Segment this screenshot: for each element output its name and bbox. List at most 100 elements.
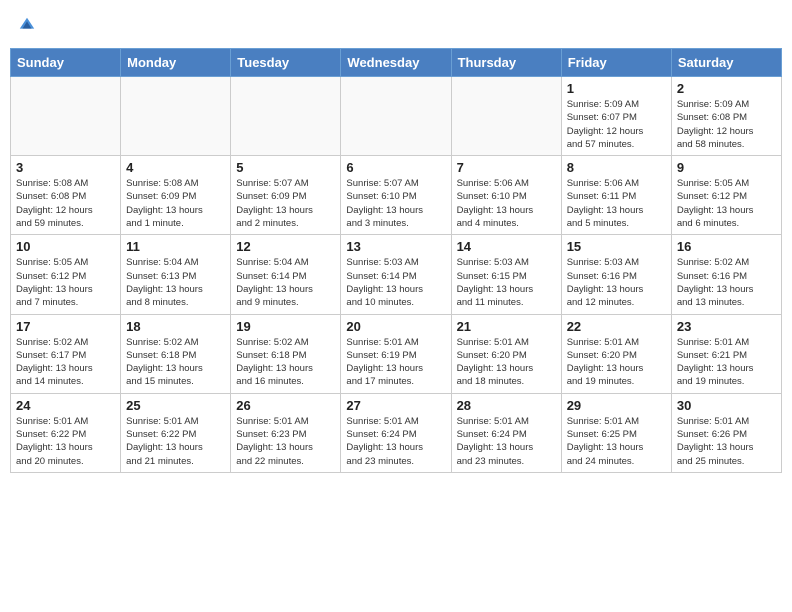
day-number: 4 bbox=[126, 160, 225, 175]
day-info: Sunrise: 5:01 AM Sunset: 6:25 PM Dayligh… bbox=[567, 415, 666, 468]
day-info: Sunrise: 5:08 AM Sunset: 6:09 PM Dayligh… bbox=[126, 177, 225, 230]
calendar-day-cell: 21 Sunrise: 5:01 AM Sunset: 6:20 PM Dayli… bbox=[451, 314, 561, 393]
calendar-day-cell: 24 Sunrise: 5:01 AM Sunset: 6:22 PM Dayli… bbox=[11, 393, 121, 472]
weekday-header-wednesday: Wednesday bbox=[341, 49, 451, 77]
day-number: 18 bbox=[126, 319, 225, 334]
weekday-header-tuesday: Tuesday bbox=[231, 49, 341, 77]
day-number: 17 bbox=[16, 319, 115, 334]
day-info: Sunrise: 5:01 AM Sunset: 6:22 PM Dayligh… bbox=[126, 415, 225, 468]
day-number: 7 bbox=[457, 160, 556, 175]
day-number: 27 bbox=[346, 398, 445, 413]
day-number: 8 bbox=[567, 160, 666, 175]
calendar-day-cell bbox=[11, 77, 121, 156]
calendar-day-cell: 29 Sunrise: 5:01 AM Sunset: 6:25 PM Dayli… bbox=[561, 393, 671, 472]
day-info: Sunrise: 5:06 AM Sunset: 6:11 PM Dayligh… bbox=[567, 177, 666, 230]
day-number: 6 bbox=[346, 160, 445, 175]
day-number: 24 bbox=[16, 398, 115, 413]
calendar-day-cell: 20 Sunrise: 5:01 AM Sunset: 6:19 PM Dayli… bbox=[341, 314, 451, 393]
day-number: 30 bbox=[677, 398, 776, 413]
day-info: Sunrise: 5:01 AM Sunset: 6:20 PM Dayligh… bbox=[457, 336, 556, 389]
calendar-day-cell bbox=[341, 77, 451, 156]
calendar-day-cell: 10 Sunrise: 5:05 AM Sunset: 6:12 PM Dayli… bbox=[11, 235, 121, 314]
day-info: Sunrise: 5:01 AM Sunset: 6:22 PM Dayligh… bbox=[16, 415, 115, 468]
calendar-week-row: 17 Sunrise: 5:02 AM Sunset: 6:17 PM Dayli… bbox=[11, 314, 782, 393]
logo bbox=[10, 10, 42, 40]
day-number: 15 bbox=[567, 239, 666, 254]
day-info: Sunrise: 5:02 AM Sunset: 6:18 PM Dayligh… bbox=[236, 336, 335, 389]
calendar-day-cell: 25 Sunrise: 5:01 AM Sunset: 6:22 PM Dayli… bbox=[121, 393, 231, 472]
day-number: 2 bbox=[677, 81, 776, 96]
day-info: Sunrise: 5:03 AM Sunset: 6:14 PM Dayligh… bbox=[346, 256, 445, 309]
day-info: Sunrise: 5:01 AM Sunset: 6:24 PM Dayligh… bbox=[346, 415, 445, 468]
calendar-week-row: 10 Sunrise: 5:05 AM Sunset: 6:12 PM Dayli… bbox=[11, 235, 782, 314]
day-info: Sunrise: 5:07 AM Sunset: 6:09 PM Dayligh… bbox=[236, 177, 335, 230]
calendar-day-cell: 19 Sunrise: 5:02 AM Sunset: 6:18 PM Dayli… bbox=[231, 314, 341, 393]
calendar-day-cell: 8 Sunrise: 5:06 AM Sunset: 6:11 PM Daylig… bbox=[561, 156, 671, 235]
calendar-day-cell: 23 Sunrise: 5:01 AM Sunset: 6:21 PM Dayli… bbox=[671, 314, 781, 393]
calendar-day-cell bbox=[231, 77, 341, 156]
day-number: 5 bbox=[236, 160, 335, 175]
weekday-header-saturday: Saturday bbox=[671, 49, 781, 77]
calendar-day-cell: 18 Sunrise: 5:02 AM Sunset: 6:18 PM Dayli… bbox=[121, 314, 231, 393]
calendar-day-cell: 13 Sunrise: 5:03 AM Sunset: 6:14 PM Dayli… bbox=[341, 235, 451, 314]
day-number: 1 bbox=[567, 81, 666, 96]
weekday-header-thursday: Thursday bbox=[451, 49, 561, 77]
calendar-day-cell: 6 Sunrise: 5:07 AM Sunset: 6:10 PM Daylig… bbox=[341, 156, 451, 235]
calendar-day-cell: 28 Sunrise: 5:01 AM Sunset: 6:24 PM Dayli… bbox=[451, 393, 561, 472]
calendar-week-row: 24 Sunrise: 5:01 AM Sunset: 6:22 PM Dayli… bbox=[11, 393, 782, 472]
day-info: Sunrise: 5:01 AM Sunset: 6:21 PM Dayligh… bbox=[677, 336, 776, 389]
day-number: 13 bbox=[346, 239, 445, 254]
calendar-day-cell: 7 Sunrise: 5:06 AM Sunset: 6:10 PM Daylig… bbox=[451, 156, 561, 235]
day-info: Sunrise: 5:01 AM Sunset: 6:20 PM Dayligh… bbox=[567, 336, 666, 389]
day-info: Sunrise: 5:07 AM Sunset: 6:10 PM Dayligh… bbox=[346, 177, 445, 230]
weekday-header-row: SundayMondayTuesdayWednesdayThursdayFrid… bbox=[11, 49, 782, 77]
day-info: Sunrise: 5:09 AM Sunset: 6:08 PM Dayligh… bbox=[677, 98, 776, 151]
calendar-week-row: 1 Sunrise: 5:09 AM Sunset: 6:07 PM Daylig… bbox=[11, 77, 782, 156]
day-info: Sunrise: 5:02 AM Sunset: 6:18 PM Dayligh… bbox=[126, 336, 225, 389]
calendar-day-cell: 12Sunrise: 5:04 AM Sunset: 6:14 PM Dayli… bbox=[231, 235, 341, 314]
calendar-day-cell: 16Sunrise: 5:02 AM Sunset: 6:16 PM Dayli… bbox=[671, 235, 781, 314]
day-number: 19 bbox=[236, 319, 335, 334]
day-number: 28 bbox=[457, 398, 556, 413]
day-info: Sunrise: 5:02 AM Sunset: 6:16 PM Dayligh… bbox=[677, 256, 776, 309]
calendar-day-cell: 14 Sunrise: 5:03 AM Sunset: 6:15 PM Dayli… bbox=[451, 235, 561, 314]
weekday-header-monday: Monday bbox=[121, 49, 231, 77]
calendar-day-cell bbox=[451, 77, 561, 156]
calendar-day-cell: 17 Sunrise: 5:02 AM Sunset: 6:17 PM Dayli… bbox=[11, 314, 121, 393]
day-info: Sunrise: 5:05 AM Sunset: 6:12 PM Dayligh… bbox=[16, 256, 115, 309]
day-info: Sunrise: 5:03 AM Sunset: 6:16 PM Dayligh… bbox=[567, 256, 666, 309]
day-info: Sunrise: 5:01 AM Sunset: 6:24 PM Dayligh… bbox=[457, 415, 556, 468]
calendar-day-cell: 27 Sunrise: 5:01 AM Sunset: 6:24 PM Dayli… bbox=[341, 393, 451, 472]
day-number: 26 bbox=[236, 398, 335, 413]
weekday-header-sunday: Sunday bbox=[11, 49, 121, 77]
calendar-day-cell: 26Sunrise: 5:01 AM Sunset: 6:23 PM Dayli… bbox=[231, 393, 341, 472]
day-info: Sunrise: 5:04 AM Sunset: 6:14 PM Dayligh… bbox=[236, 256, 335, 309]
day-info: Sunrise: 5:01 AM Sunset: 6:19 PM Dayligh… bbox=[346, 336, 445, 389]
day-number: 20 bbox=[346, 319, 445, 334]
calendar-day-cell: 2 Sunrise: 5:09 AM Sunset: 6:08 PM Daylig… bbox=[671, 77, 781, 156]
day-info: Sunrise: 5:01 AM Sunset: 6:26 PM Dayligh… bbox=[677, 415, 776, 468]
weekday-header-friday: Friday bbox=[561, 49, 671, 77]
calendar-day-cell bbox=[121, 77, 231, 156]
day-number: 14 bbox=[457, 239, 556, 254]
day-number: 25 bbox=[126, 398, 225, 413]
day-info: Sunrise: 5:03 AM Sunset: 6:15 PM Dayligh… bbox=[457, 256, 556, 309]
day-number: 10 bbox=[16, 239, 115, 254]
day-number: 21 bbox=[457, 319, 556, 334]
day-info: Sunrise: 5:02 AM Sunset: 6:17 PM Dayligh… bbox=[16, 336, 115, 389]
day-info: Sunrise: 5:09 AM Sunset: 6:07 PM Dayligh… bbox=[567, 98, 666, 151]
calendar-day-cell: 30 Sunrise: 5:01 AM Sunset: 6:26 PM Dayli… bbox=[671, 393, 781, 472]
day-number: 22 bbox=[567, 319, 666, 334]
day-info: Sunrise: 5:04 AM Sunset: 6:13 PM Dayligh… bbox=[126, 256, 225, 309]
calendar-day-cell: 1 Sunrise: 5:09 AM Sunset: 6:07 PM Daylig… bbox=[561, 77, 671, 156]
calendar-day-cell: 4 Sunrise: 5:08 AM Sunset: 6:09 PM Daylig… bbox=[121, 156, 231, 235]
calendar-day-cell: 9Sunrise: 5:05 AM Sunset: 6:12 PM Daylig… bbox=[671, 156, 781, 235]
day-info: Sunrise: 5:06 AM Sunset: 6:10 PM Dayligh… bbox=[457, 177, 556, 230]
calendar-day-cell: 5 Sunrise: 5:07 AM Sunset: 6:09 PM Daylig… bbox=[231, 156, 341, 235]
logo-icon bbox=[18, 16, 36, 34]
page-header bbox=[10, 10, 782, 40]
day-number: 29 bbox=[567, 398, 666, 413]
day-number: 23 bbox=[677, 319, 776, 334]
day-info: Sunrise: 5:05 AM Sunset: 6:12 PM Dayligh… bbox=[677, 177, 776, 230]
calendar-day-cell: 3Sunrise: 5:08 AM Sunset: 6:08 PM Daylig… bbox=[11, 156, 121, 235]
